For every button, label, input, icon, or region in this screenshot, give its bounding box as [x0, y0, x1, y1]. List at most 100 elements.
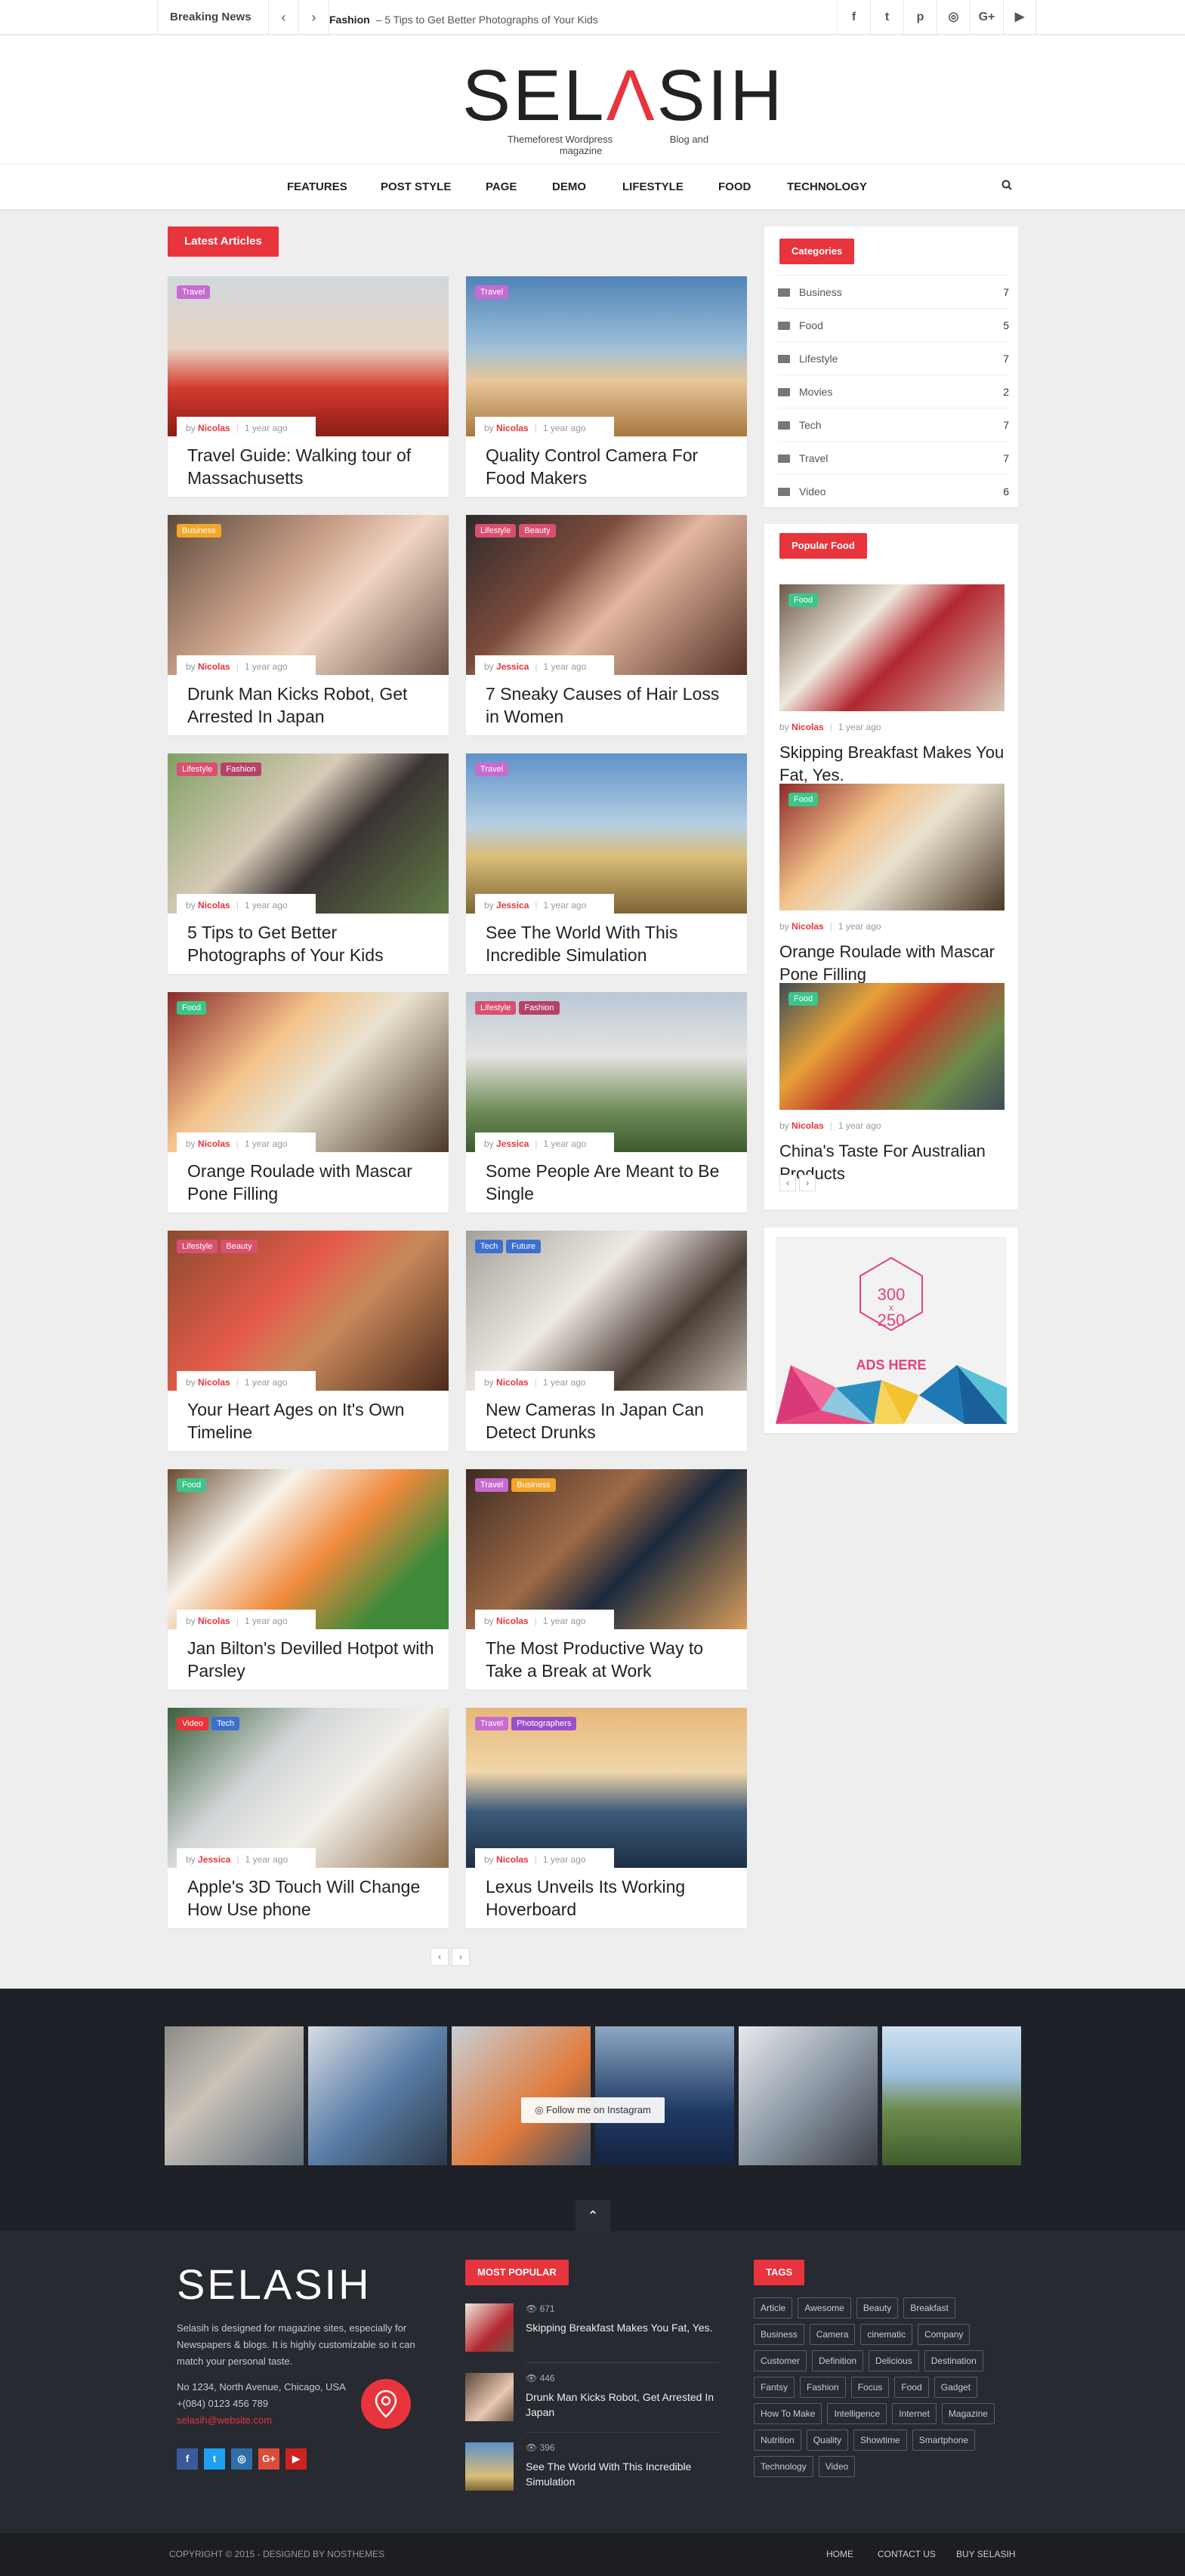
author-link[interactable]: Nicolas	[198, 900, 230, 911]
tag-link[interactable]: Business	[754, 2324, 804, 2345]
most-popular-thumbnail[interactable]	[465, 2373, 514, 2421]
nav-food[interactable]: FOOD	[718, 165, 751, 210]
most-popular-item[interactable]: 👁 396 See The World With This Incredible …	[465, 2442, 719, 2509]
category-tag[interactable]: Photographers	[511, 1717, 577, 1730]
popular-food-item[interactable]: Food by Nicolas | 1 year ago Orange Roulade …	[779, 784, 1004, 986]
instagram-photo[interactable]	[595, 2026, 734, 2165]
author-link[interactable]: Nicolas	[198, 1616, 230, 1626]
facebook-icon[interactable]: f	[177, 2448, 198, 2470]
category-tag[interactable]: Lifestyle	[475, 1001, 517, 1015]
article-image[interactable]	[168, 992, 449, 1152]
scroll-top-button[interactable]: ⌃	[576, 2200, 610, 2232]
tag-link[interactable]: Fantsy	[754, 2377, 795, 2398]
category-tag[interactable]: Business	[511, 1478, 556, 1492]
tag-link[interactable]: Company	[918, 2324, 971, 2345]
author-link[interactable]: Nicolas	[198, 1139, 230, 1149]
article-image[interactable]	[168, 515, 449, 675]
popular-next-button[interactable]: ›	[799, 1175, 816, 1191]
category-tag[interactable]: Tech	[475, 1240, 504, 1253]
category-tag[interactable]: Beauty	[519, 524, 556, 538]
category-tag[interactable]: Travel	[475, 1478, 509, 1492]
category-tag[interactable]: Lifestyle	[177, 763, 218, 776]
youtube-icon[interactable]: ▶	[1003, 0, 1036, 35]
article-title[interactable]: Your Heart Ages on It's Own Timeline	[187, 1398, 437, 1444]
article-card[interactable]: Travel by Nicolas | 1 year ago Quality Contr…	[466, 276, 747, 497]
category-tag[interactable]: Lifestyle	[475, 524, 517, 538]
popular-food-image[interactable]: Food	[779, 784, 1004, 911]
tag-link[interactable]: How To Make	[754, 2403, 822, 2424]
article-card[interactable]: Lifestyle Beauty by Nicolas | 1 year ago Your…	[168, 1231, 449, 1451]
tag-link[interactable]: Video	[818, 2456, 856, 2477]
popular-food-title[interactable]: Skipping Breakfast Makes You Fat, Yes.	[779, 741, 1004, 787]
category-tag[interactable]: Tech	[211, 1717, 240, 1730]
article-image[interactable]	[466, 1231, 747, 1391]
tag-link[interactable]: Internet	[892, 2403, 937, 2424]
tag-link[interactable]: Showtime	[853, 2430, 907, 2451]
footer-link-home[interactable]: HOME	[826, 2533, 853, 2575]
footer-logo[interactable]: SELASIH	[177, 2260, 372, 2309]
category-tag[interactable]: Lifestyle	[177, 1240, 218, 1253]
instagram-photo[interactable]	[739, 2026, 878, 2165]
category-tag[interactable]: Travel	[475, 1717, 509, 1730]
instagram-photo[interactable]	[452, 2026, 591, 2165]
category-tag[interactable]: Future	[506, 1240, 542, 1253]
article-title[interactable]: Lexus Unveils Its Working Hoverboard	[486, 1875, 735, 1921]
category-tag[interactable]: Business	[177, 524, 221, 538]
instagram-icon[interactable]: ◎	[937, 0, 970, 35]
most-popular-item[interactable]: 👁 671 Skipping Breakfast Makes You Fat, Y…	[465, 2303, 719, 2370]
tag-link[interactable]: Camera	[809, 2324, 856, 2345]
nav-post-style[interactable]: POST STYLE	[381, 165, 451, 210]
nav-features[interactable]: FEATURES	[287, 165, 347, 210]
most-popular-title[interactable]: Drunk Man Kicks Robot, Get Arrested In J…	[526, 2390, 719, 2420]
article-card[interactable]: Travel Business by Nicolas | 1 year ago The M…	[466, 1469, 747, 1690]
tag-link[interactable]: Quality	[806, 2430, 849, 2451]
tag-link[interactable]: Intelligence	[827, 2403, 887, 2424]
article-title[interactable]: 5 Tips to Get Better Photographs of Your…	[187, 921, 437, 966]
nav-technology[interactable]: TECHNOLOGY	[787, 165, 867, 210]
most-popular-thumbnail[interactable]	[465, 2303, 514, 2352]
category-tag[interactable]: Food	[788, 793, 819, 806]
tag-link[interactable]: Destination	[924, 2350, 983, 2371]
author-link[interactable]: Nicolas	[496, 1377, 529, 1388]
author-link[interactable]: Nicolas	[792, 722, 824, 732]
tag-link[interactable]: Gadget	[933, 2377, 978, 2398]
article-title[interactable]: Jan Bilton's Devilled Hotpot with Parsle…	[187, 1637, 437, 1682]
article-image[interactable]	[466, 276, 747, 436]
most-popular-thumbnail[interactable]	[465, 2442, 514, 2491]
category-tag[interactable]: Beauty	[221, 1240, 258, 1253]
article-image[interactable]	[168, 1231, 449, 1391]
category-tag[interactable]: Fashion	[221, 763, 261, 776]
author-link[interactable]: Nicolas	[496, 1616, 529, 1626]
footer-link-contact[interactable]: CONTACT US	[878, 2533, 936, 2575]
most-popular-title[interactable]: See The World With This Incredible Simul…	[526, 2459, 719, 2489]
facebook-icon[interactable]: f	[837, 0, 870, 35]
instagram-photo[interactable]	[308, 2026, 447, 2165]
tag-link[interactable]: Article	[754, 2297, 793, 2319]
pager-prev-button[interactable]: ‹	[430, 1948, 449, 1966]
article-image[interactable]	[466, 992, 747, 1152]
author-link[interactable]: Nicolas	[792, 1120, 824, 1131]
instagram-icon[interactable]: ◎	[231, 2448, 252, 2470]
article-card[interactable]: Video Tech by Jessica | 1 year ago Apple's 3D…	[168, 1708, 449, 1928]
author-link[interactable]: Nicolas	[496, 1854, 529, 1865]
instagram-photo[interactable]	[165, 2026, 304, 2165]
tag-link[interactable]: Focus	[850, 2377, 890, 2398]
category-item[interactable]: Business 7	[778, 275, 1009, 308]
ad-banner[interactable]: 300 x 250 ADS HERE	[776, 1237, 1007, 1424]
ticker-text[interactable]: – 5 Tips to Get Better Photographs of Yo…	[376, 14, 598, 26]
author-link[interactable]: Jessica	[496, 900, 529, 911]
category-item[interactable]: Lifestyle 7	[778, 341, 1009, 374]
article-image[interactable]	[466, 753, 747, 914]
instagram-photo[interactable]	[882, 2026, 1021, 2165]
pinterest-icon[interactable]: p	[903, 0, 937, 35]
category-tag[interactable]: Video	[177, 1717, 208, 1730]
popular-food-item[interactable]: Food by Nicolas | 1 year ago Skipping Breakf…	[779, 584, 1004, 787]
article-image[interactable]	[168, 753, 449, 914]
author-link[interactable]: Nicolas	[792, 921, 824, 932]
article-card[interactable]: Tech Future by Nicolas | 1 year ago New Camer…	[466, 1231, 747, 1451]
article-card[interactable]: Lifestyle Fashion by Nicolas | 1 year ago 5 T…	[168, 753, 449, 974]
author-link[interactable]: Jessica	[496, 661, 529, 672]
category-item[interactable]: Video 6	[778, 474, 1009, 507]
nav-lifestyle[interactable]: LIFESTYLE	[622, 165, 684, 210]
article-card[interactable]: Business by Nicolas | 1 year ago Drunk Man K…	[168, 515, 449, 735]
